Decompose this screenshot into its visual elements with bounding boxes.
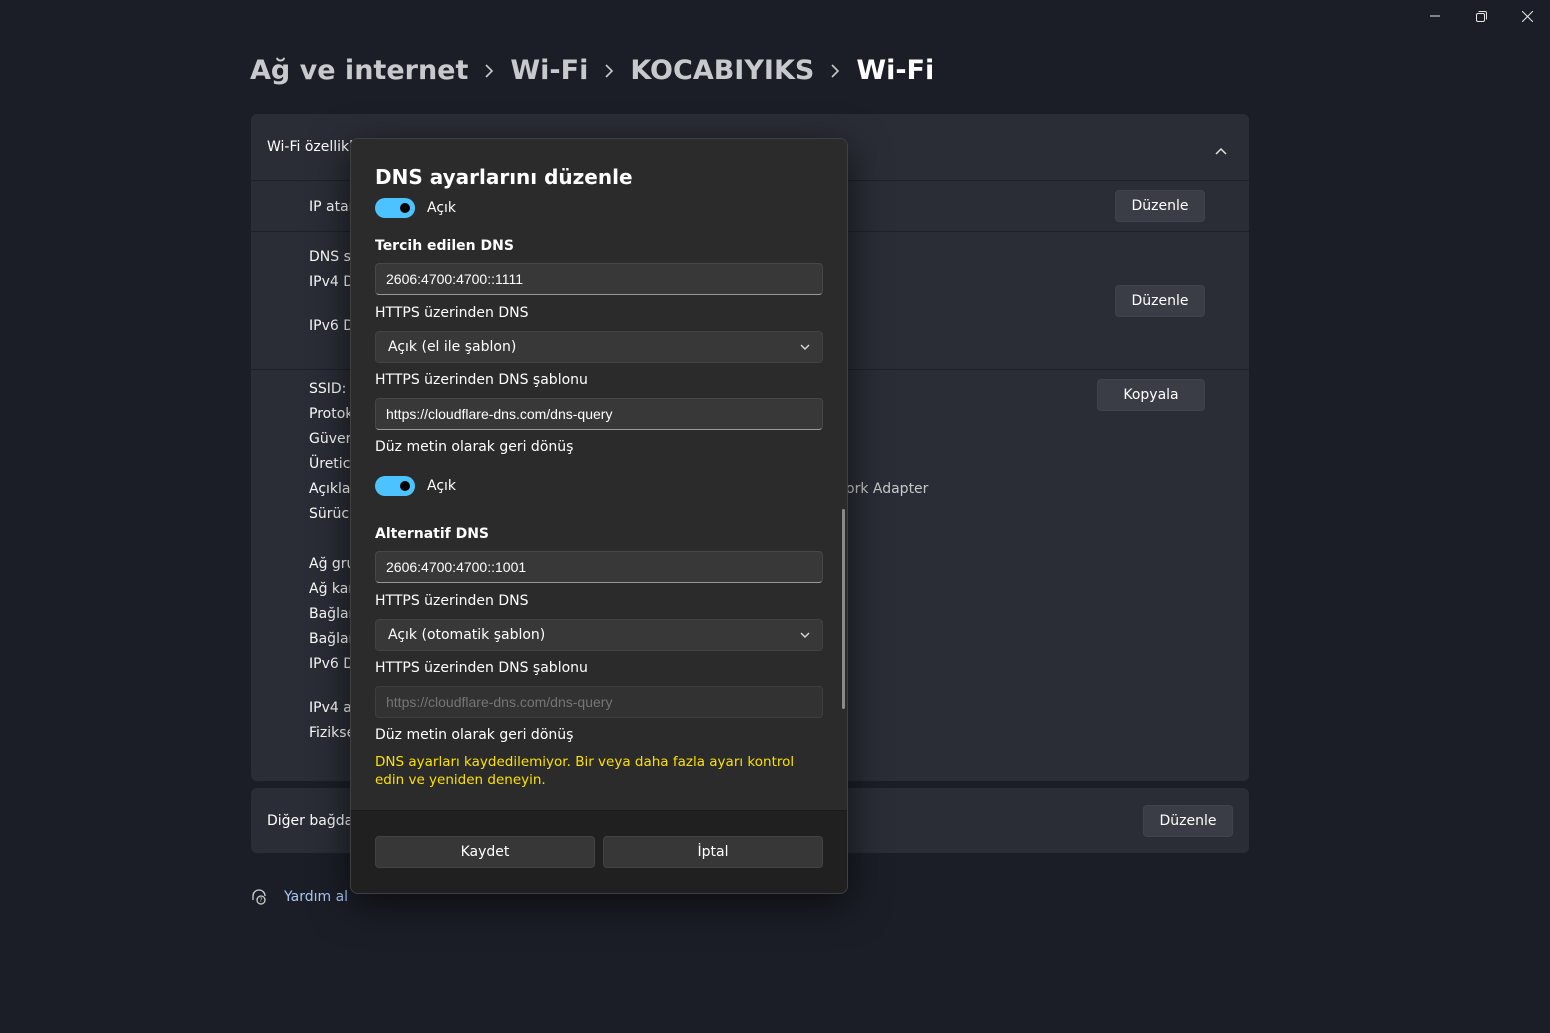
save-button[interactable]: Kaydet	[375, 836, 595, 868]
chevron-down-icon	[800, 632, 810, 638]
toggle-switch[interactable]	[375, 476, 415, 496]
chevron-right-icon	[468, 63, 510, 78]
preferred-https-label: HTTPS üzerinden DNS	[375, 305, 529, 321]
dialog-title: DNS ayarlarını düzenle	[375, 165, 633, 189]
chevron-down-icon	[800, 344, 810, 350]
alternate-https-label: HTTPS üzerinden DNS	[375, 593, 529, 609]
breadcrumb-wifi[interactable]: Wi-Fi	[510, 55, 588, 86]
minimize-button[interactable]	[1412, 0, 1458, 32]
chevron-right-icon	[588, 63, 630, 78]
alternate-dns-heading: Alternatif DNS	[375, 526, 490, 542]
window-controls	[1412, 0, 1550, 32]
ipv4-dns-label: IPv4 D	[309, 274, 354, 290]
preferred-dns-input[interactable]	[375, 263, 823, 295]
help-label: Yardım al	[284, 889, 349, 905]
dns-settings-dialog: Açık Tercih edilen DNS HTTPS üzerinden D…	[350, 138, 848, 894]
minimize-icon	[1430, 15, 1440, 17]
preferred-https-value: Açık (el ile şablon)	[388, 339, 517, 355]
breadcrumb-network-name[interactable]: KOCABIYIKS	[630, 55, 814, 86]
prop-ssid: SSID:	[309, 381, 347, 397]
chevron-up-icon[interactable]	[1215, 140, 1227, 159]
breadcrumb-network-internet[interactable]: Ağ ve internet	[250, 55, 468, 86]
dialog-body: Açık Tercih edilen DNS HTTPS üzerinden D…	[351, 139, 847, 811]
preferred-dns-heading: Tercih edilen DNS	[375, 238, 514, 254]
ipv6-toggle[interactable]: Açık	[375, 198, 456, 218]
dialog-scrollbar[interactable]	[842, 509, 845, 709]
error-message: DNS ayarları kaydedilemiyor. Bir veya da…	[375, 754, 795, 788]
help-link[interactable]: ? Yardım al	[250, 888, 348, 906]
adapter-description-value: ork Adapter	[846, 481, 929, 497]
alternate-https-value: Açık (otomatik şablon)	[388, 627, 546, 643]
other-adapter-label: Diğer bağdaş	[267, 813, 361, 829]
page-title: Wi-Fi	[856, 55, 935, 86]
alternate-fallback-label: Düz metin olarak geri dönüş	[375, 727, 574, 743]
breadcrumb: Ağ ve internet Wi-Fi KOCABIYIKS Wi-Fi	[250, 55, 934, 86]
alternate-https-select[interactable]: Açık (otomatik şablon)	[375, 619, 823, 651]
alternate-template-label: HTTPS üzerinden DNS şablonu	[375, 660, 588, 676]
edit-ip-button[interactable]: Düzenle	[1115, 190, 1205, 222]
prop-network-band: Ağ gru	[309, 556, 356, 572]
preferred-template-label: HTTPS üzerinden DNS şablonu	[375, 372, 588, 388]
toggle-label: Açık	[427, 200, 457, 216]
restore-button[interactable]	[1458, 0, 1504, 32]
cancel-button[interactable]: İptal	[603, 836, 823, 868]
restore-icon	[1475, 10, 1487, 22]
edit-other-button[interactable]: Düzenle	[1143, 805, 1233, 837]
preferred-fallback-toggle[interactable]: Açık	[375, 476, 456, 496]
prop-ipv6-dns: IPv6 D	[309, 656, 354, 672]
edit-dns-button[interactable]: Düzenle	[1115, 285, 1205, 317]
ipv6-dns-label: IPv6 D	[309, 318, 354, 334]
preferred-https-select[interactable]: Açık (el ile şablon)	[375, 331, 823, 363]
dialog-footer: Kaydet İptal	[351, 810, 847, 893]
toggle-label: Açık	[427, 478, 457, 494]
toggle-switch[interactable]	[375, 198, 415, 218]
preferred-fallback-label: Düz metin olarak geri dönüş	[375, 439, 574, 455]
chevron-right-icon	[814, 63, 856, 78]
preferred-template-input[interactable]	[375, 398, 823, 430]
close-button[interactable]	[1504, 0, 1550, 32]
alternate-dns-input[interactable]	[375, 551, 823, 583]
prop-protocol: Protok	[309, 406, 354, 422]
svg-text:?: ?	[259, 897, 262, 904]
section-title: Wi-Fi özellikle	[267, 139, 362, 155]
dialog-header: DNS ayarlarını düzenle	[351, 139, 847, 197]
alternate-template-input	[375, 686, 823, 718]
help-icon: ?	[252, 889, 266, 905]
copy-button[interactable]: Kopyala	[1097, 379, 1205, 411]
close-icon	[1521, 10, 1533, 22]
